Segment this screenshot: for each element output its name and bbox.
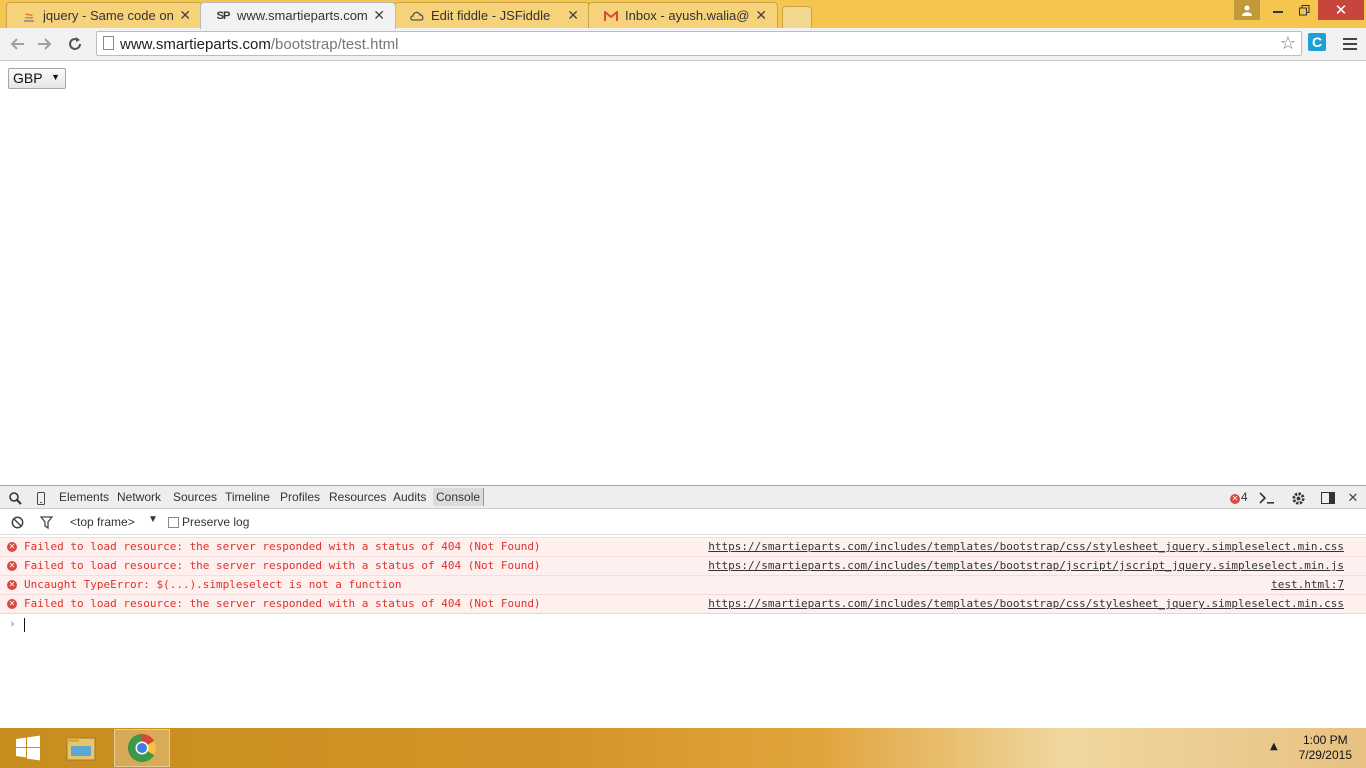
frame-select[interactable]: <top frame> (70, 515, 135, 529)
tab-profiles[interactable]: Profiles (280, 490, 320, 504)
console-error-row: ✕ Failed to load resource: the server re… (0, 594, 1366, 613)
devtools-panel: Elements Network Sources Timeline Profil… (0, 485, 1366, 728)
minimize-icon[interactable] (1264, 0, 1292, 20)
close-tab-icon[interactable]: ✕ (373, 7, 385, 24)
new-tab-button[interactable] (782, 6, 812, 28)
dock-side-icon[interactable] (1319, 489, 1337, 507)
chrome-taskbar-icon[interactable] (114, 729, 170, 767)
chevron-down-icon: ▼ (51, 72, 60, 82)
forward-arrow-icon[interactable] (34, 33, 56, 55)
file-explorer-icon[interactable] (53, 729, 109, 767)
error-count-badge[interactable]: ✕ 4 (1230, 490, 1248, 504)
jsfiddle-icon (409, 8, 425, 24)
console-message-text: Failed to load resource: the server resp… (24, 540, 541, 553)
currency-select[interactable]: GBP ▼ (8, 68, 66, 89)
bookmark-star-icon[interactable]: ☆ (1280, 33, 1296, 54)
tab-timeline[interactable]: Timeline (225, 490, 270, 504)
tab-network[interactable]: Network (117, 490, 161, 504)
user-profile-icon[interactable] (1234, 0, 1260, 20)
windows-taskbar: ▲ 1:00 PM 7/29/2015 (0, 728, 1366, 768)
text-cursor (24, 618, 25, 632)
extension-icon[interactable]: C (1308, 33, 1326, 51)
url-text: www.smartieparts.com/bootstrap/test.html (120, 36, 399, 53)
console-source-link[interactable]: https://smartieparts.com/includes/templa… (708, 559, 1344, 572)
filter-funnel-icon[interactable] (37, 513, 55, 531)
tab-sources[interactable]: Sources (173, 490, 217, 504)
close-window-icon[interactable]: ✕ (1318, 0, 1364, 20)
drawer-console-icon[interactable] (1258, 489, 1276, 507)
chevron-down-icon[interactable]: ▼ (148, 514, 158, 525)
tab-jsfiddle[interactable]: Edit fiddle - JSFiddle ✕ (394, 2, 590, 28)
console-source-link[interactable]: https://smartieparts.com/includes/templa… (708, 540, 1344, 553)
windows-start-icon[interactable] (0, 729, 56, 767)
console-prompt[interactable]: › (0, 613, 1366, 636)
clock-time: 1:00 PM (1302, 733, 1348, 747)
tab-jquery-question[interactable]: jquery - Same code on jsfi ✕ (6, 2, 202, 28)
chrome-menu-icon[interactable] (1340, 34, 1360, 54)
reload-icon[interactable] (64, 33, 86, 55)
console-message-text: Failed to load resource: the server resp… (24, 597, 541, 610)
currency-select-value: GBP (13, 70, 43, 86)
tab-resources[interactable]: Resources (329, 490, 386, 504)
browser-tab-strip: jquery - Same code on jsfi ✕ SP www.smar… (0, 0, 1366, 29)
inspect-search-icon[interactable] (6, 489, 24, 507)
tab-title: Edit fiddle - JSFiddle (431, 8, 551, 23)
gmail-icon (603, 8, 619, 24)
tab-console[interactable]: Console (433, 488, 485, 506)
address-bar[interactable]: www.smartieparts.com/bootstrap/test.html… (96, 31, 1302, 56)
tab-title: jquery - Same code on jsfi (43, 8, 173, 23)
tab-audits[interactable]: Audits (393, 490, 426, 504)
page-icon (103, 36, 114, 50)
back-arrow-icon[interactable] (6, 33, 28, 55)
close-devtools-icon[interactable]: ✕ (1344, 489, 1362, 507)
console-messages: ✕ Failed to load resource: the server re… (0, 537, 1366, 636)
console-message-text: Failed to load resource: the server resp… (24, 559, 541, 572)
error-icon: ✕ (1230, 494, 1240, 504)
clock-date: 7/29/2015 (1298, 748, 1352, 762)
error-icon: ✕ (7, 580, 17, 590)
close-tab-icon[interactable]: ✕ (179, 7, 191, 24)
preserve-log-checkbox[interactable] (168, 517, 179, 528)
page-viewport: GBP ▼ (0, 61, 1366, 485)
prompt-chevron-icon: › (9, 617, 16, 630)
clear-console-icon[interactable] (8, 513, 26, 531)
tray-expand-icon[interactable]: ▲ (1270, 741, 1278, 752)
tab-gmail[interactable]: Inbox - ayush.walia@aspi ✕ (588, 2, 778, 28)
tab-title: Inbox - ayush.walia@aspi (625, 8, 749, 23)
settings-gear-icon[interactable] (1289, 489, 1307, 507)
smartieparts-favicon-icon: SP (216, 10, 231, 22)
error-icon: ✕ (7, 542, 17, 552)
restore-icon[interactable] (1290, 0, 1318, 20)
console-error-row: ✕ Failed to load resource: the server re… (0, 537, 1366, 556)
stackoverflow-icon (21, 8, 37, 24)
browser-toolbar: www.smartieparts.com/bootstrap/test.html… (0, 28, 1366, 61)
close-tab-icon[interactable]: ✕ (567, 7, 579, 24)
preserve-log-label: Preserve log (182, 515, 250, 529)
console-source-link[interactable]: test.html:7 (1271, 578, 1344, 591)
console-filter-bar: <top frame> ▼ Preserve log (0, 509, 1366, 535)
devtools-tab-bar: Elements Network Sources Timeline Profil… (0, 485, 1366, 509)
console-error-row: ✕ Failed to load resource: the server re… (0, 556, 1366, 575)
console-source-link[interactable]: https://smartieparts.com/includes/templa… (708, 597, 1344, 610)
close-tab-icon[interactable]: ✕ (755, 7, 767, 24)
system-clock[interactable]: 1:00 PM 7/29/2015 (1299, 733, 1352, 763)
console-error-row: ✕ Uncaught TypeError: $(...).simpleselec… (0, 575, 1366, 594)
tab-elements[interactable]: Elements (59, 490, 109, 504)
tab-title: www.smartieparts.com/bo (237, 8, 367, 23)
device-mode-icon[interactable] (32, 489, 50, 507)
tab-smartieparts[interactable]: SP www.smartieparts.com/bo ✕ (200, 2, 396, 29)
error-icon: ✕ (7, 599, 17, 609)
error-icon: ✕ (7, 561, 17, 571)
console-message-text: Uncaught TypeError: $(...).simpleselect … (24, 578, 402, 591)
